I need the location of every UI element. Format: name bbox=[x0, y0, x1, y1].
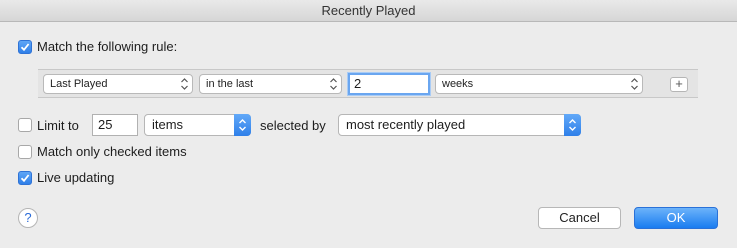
rule-value-field[interactable]: 2 bbox=[348, 73, 430, 95]
limit-value-field[interactable]: 25 bbox=[92, 114, 138, 136]
popup-arrows-cap bbox=[564, 114, 581, 136]
help-button[interactable]: ? bbox=[18, 208, 38, 228]
selected-by-label: selected by bbox=[260, 118, 326, 133]
up-down-arrows-icon bbox=[330, 78, 337, 90]
selected-by-popup[interactable]: most recently played bbox=[338, 114, 581, 136]
rule-row: Last Played in the last 2 weeks + bbox=[38, 69, 698, 98]
up-down-arrows-icon bbox=[569, 119, 576, 131]
up-down-arrows-icon bbox=[631, 78, 638, 90]
checkmark-icon bbox=[20, 43, 30, 52]
rule-field-popup[interactable]: Last Played bbox=[43, 74, 193, 94]
rule-operator-value: in the last bbox=[206, 78, 254, 90]
window-title: Recently Played bbox=[321, 3, 416, 18]
live-updating-label: Live updating bbox=[37, 170, 115, 185]
limit-label: Limit to bbox=[37, 118, 79, 133]
limit-unit-value: items bbox=[152, 117, 184, 132]
checked-only-checkbox[interactable] bbox=[18, 145, 32, 159]
window-title-bar: Recently Played bbox=[0, 0, 737, 22]
cancel-button[interactable]: Cancel bbox=[538, 207, 621, 229]
live-updating-checkbox[interactable] bbox=[18, 171, 32, 185]
add-rule-button[interactable]: + bbox=[670, 77, 688, 92]
match-rule-label: Match the following rule: bbox=[37, 39, 178, 54]
match-rule-checkbox[interactable] bbox=[18, 40, 32, 54]
selected-by-value: most recently played bbox=[346, 117, 466, 132]
rule-field-value: Last Played bbox=[50, 78, 108, 90]
rule-unit-popup[interactable]: weeks bbox=[435, 74, 643, 94]
up-down-arrows-icon bbox=[181, 78, 188, 90]
popup-arrows-cap bbox=[234, 114, 251, 136]
question-mark-icon: ? bbox=[24, 210, 32, 225]
ok-button[interactable]: OK bbox=[634, 207, 718, 229]
limit-checkbox[interactable] bbox=[18, 118, 32, 132]
checked-only-label: Match only checked items bbox=[37, 144, 187, 159]
rule-operator-popup[interactable]: in the last bbox=[199, 74, 342, 94]
limit-unit-popup[interactable]: items bbox=[144, 114, 251, 136]
checkmark-icon bbox=[20, 174, 30, 183]
up-down-arrows-icon bbox=[239, 119, 246, 131]
rule-unit-value: weeks bbox=[442, 78, 474, 90]
